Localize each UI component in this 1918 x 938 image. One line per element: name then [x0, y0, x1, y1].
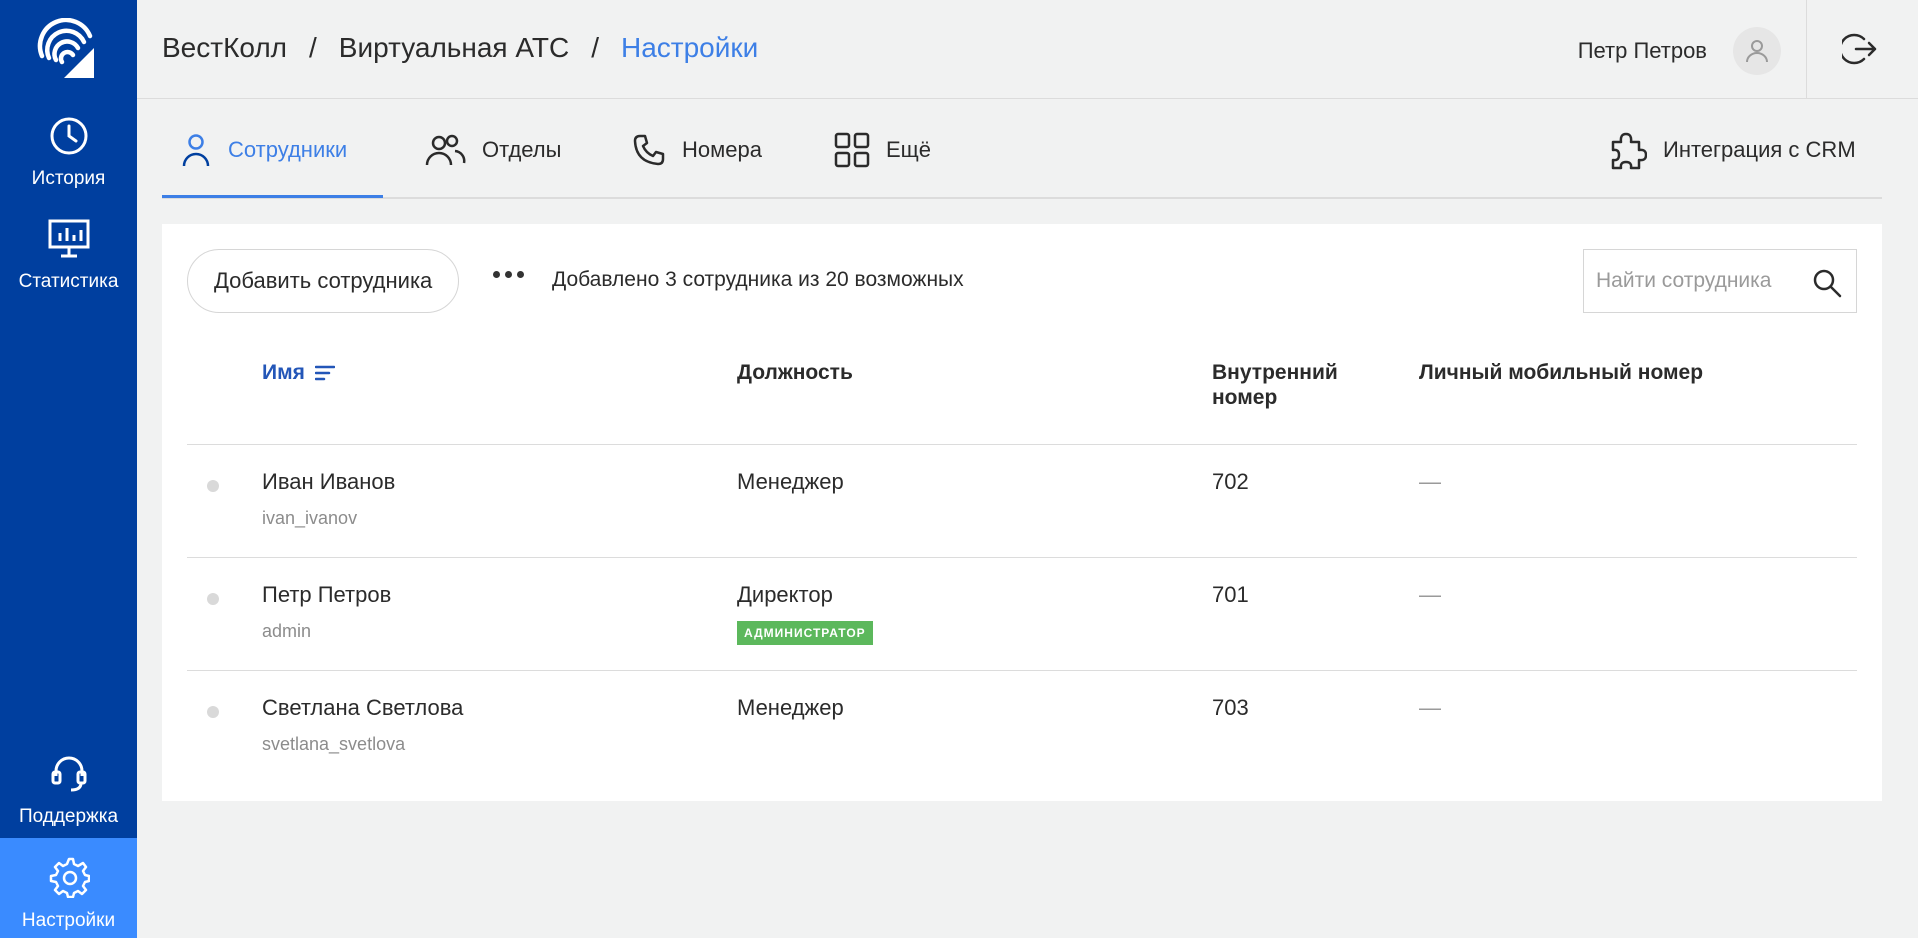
- sidebar-item-history[interactable]: История: [0, 116, 137, 190]
- tabs-bar: Сотрудники Отделы Номера Ещё Интеграция …: [162, 100, 1882, 199]
- person-icon: [180, 132, 212, 168]
- column-position: Должность: [737, 361, 853, 384]
- sidebar-item-label: История: [31, 168, 106, 189]
- header-divider: [1806, 0, 1807, 99]
- clock-icon: [0, 116, 137, 162]
- monitor-chart-icon: [0, 219, 137, 265]
- column-mobile: Личный мобильный номер: [1419, 361, 1704, 384]
- puzzle-icon: [1607, 130, 1647, 170]
- active-tab-indicator: [162, 195, 383, 198]
- table-row[interactable]: Светлана Светлова svetlana_svetlova Мене…: [187, 671, 1857, 784]
- tab-label: Интеграция с CRM: [1663, 136, 1856, 162]
- employee-name[interactable]: Светлана Светлова: [262, 695, 463, 721]
- avatar[interactable]: [1733, 27, 1781, 75]
- user-menu[interactable]: Петр Петров: [1578, 27, 1781, 75]
- logo-icon[interactable]: [36, 17, 100, 82]
- table-row[interactable]: Иван Иванов ivan_ivanov Менеджер 702 —: [187, 445, 1857, 558]
- logout-icon[interactable]: [1838, 31, 1878, 72]
- table-header: Имя Должность Внутренний номер Личный мо…: [187, 344, 1857, 445]
- employee-login: ivan_ivanov: [262, 508, 358, 528]
- sidebar-item-statistics[interactable]: Статистика: [0, 219, 137, 293]
- employee-position: Менеджер: [737, 469, 844, 494]
- employees-card: Добавить сотрудника Добавлено 3 сотрудни…: [162, 224, 1882, 801]
- sidebar-item-settings[interactable]: Настройки: [0, 838, 137, 938]
- column-extension: Внутренний номер: [1212, 361, 1338, 409]
- tab-label: Отделы: [482, 136, 562, 162]
- column-name[interactable]: Имя: [262, 360, 335, 385]
- tab-numbers[interactable]: Номера: [632, 100, 762, 199]
- user-icon: [1746, 40, 1768, 63]
- tab-more[interactable]: Ещё: [834, 100, 931, 199]
- status-dot: [207, 480, 219, 492]
- tab-label: Сотрудники: [228, 136, 348, 162]
- phone-icon: [632, 133, 666, 167]
- people-icon: [424, 132, 466, 168]
- grid-icon: [834, 132, 870, 168]
- tab-label: Номера: [682, 136, 762, 162]
- tab-departments[interactable]: Отделы: [424, 100, 561, 199]
- employee-position: Директор: [737, 582, 833, 607]
- sort-icon[interactable]: [314, 364, 335, 382]
- tab-crm-integration[interactable]: Интеграция с CRM: [1607, 100, 1856, 199]
- gear-icon: [0, 856, 137, 904]
- sidebar-item-support[interactable]: Поддержка: [0, 754, 137, 828]
- table-row[interactable]: Петр Петров admin Директор АДМИНИСТРАТОР…: [187, 558, 1857, 671]
- employee-login: admin: [262, 621, 312, 641]
- sidebar: История Статистика Поддержка Настройки: [0, 0, 137, 938]
- status-dot: [207, 593, 219, 605]
- employee-name[interactable]: Петр Петров: [262, 582, 391, 608]
- employee-extension: 702: [1212, 469, 1249, 494]
- employee-count-text: Добавлено 3 сотрудника из 20 возможных: [552, 268, 964, 291]
- employee-name[interactable]: Иван Иванов: [262, 469, 395, 495]
- breadcrumb-item[interactable]: ВестКолл: [162, 32, 287, 64]
- employee-extension: 701: [1212, 582, 1249, 607]
- employee-login: svetlana_svetlova: [262, 734, 406, 754]
- sidebar-item-label: Поддержка: [18, 806, 119, 827]
- sidebar-item-label: Настройки: [21, 910, 116, 931]
- employee-mobile: —: [1419, 695, 1441, 720]
- tab-label: Ещё: [886, 136, 932, 162]
- headset-icon: [0, 754, 137, 800]
- header: ВестКолл / Виртуальная АТС / Настройки П…: [137, 0, 1918, 99]
- breadcrumb-current: Настройки: [620, 32, 759, 63]
- more-options-icon[interactable]: [493, 271, 524, 278]
- employee-mobile: —: [1419, 582, 1441, 607]
- user-name[interactable]: Петр Петров: [1578, 38, 1707, 64]
- employee-extension: 703: [1212, 695, 1249, 720]
- employee-mobile: —: [1419, 469, 1441, 494]
- add-employee-button[interactable]: Добавить сотрудника: [187, 249, 460, 313]
- sidebar-item-label: Статистика: [18, 271, 119, 292]
- breadcrumb-separator: /: [591, 32, 599, 63]
- status-dot: [207, 706, 219, 718]
- employee-position: Менеджер: [737, 695, 844, 720]
- breadcrumb-separator: /: [309, 32, 317, 63]
- search-box[interactable]: [1583, 249, 1857, 313]
- search-icon[interactable]: [1812, 268, 1842, 303]
- admin-badge: АДМИНИСТРАТОР: [737, 621, 873, 645]
- breadcrumb: ВестКолл / Виртуальная АТС / Настройки: [162, 32, 758, 64]
- tab-employees[interactable]: Сотрудники: [180, 100, 347, 199]
- search-input[interactable]: [1596, 269, 1806, 293]
- breadcrumb-item[interactable]: Виртуальная АТС: [339, 32, 569, 64]
